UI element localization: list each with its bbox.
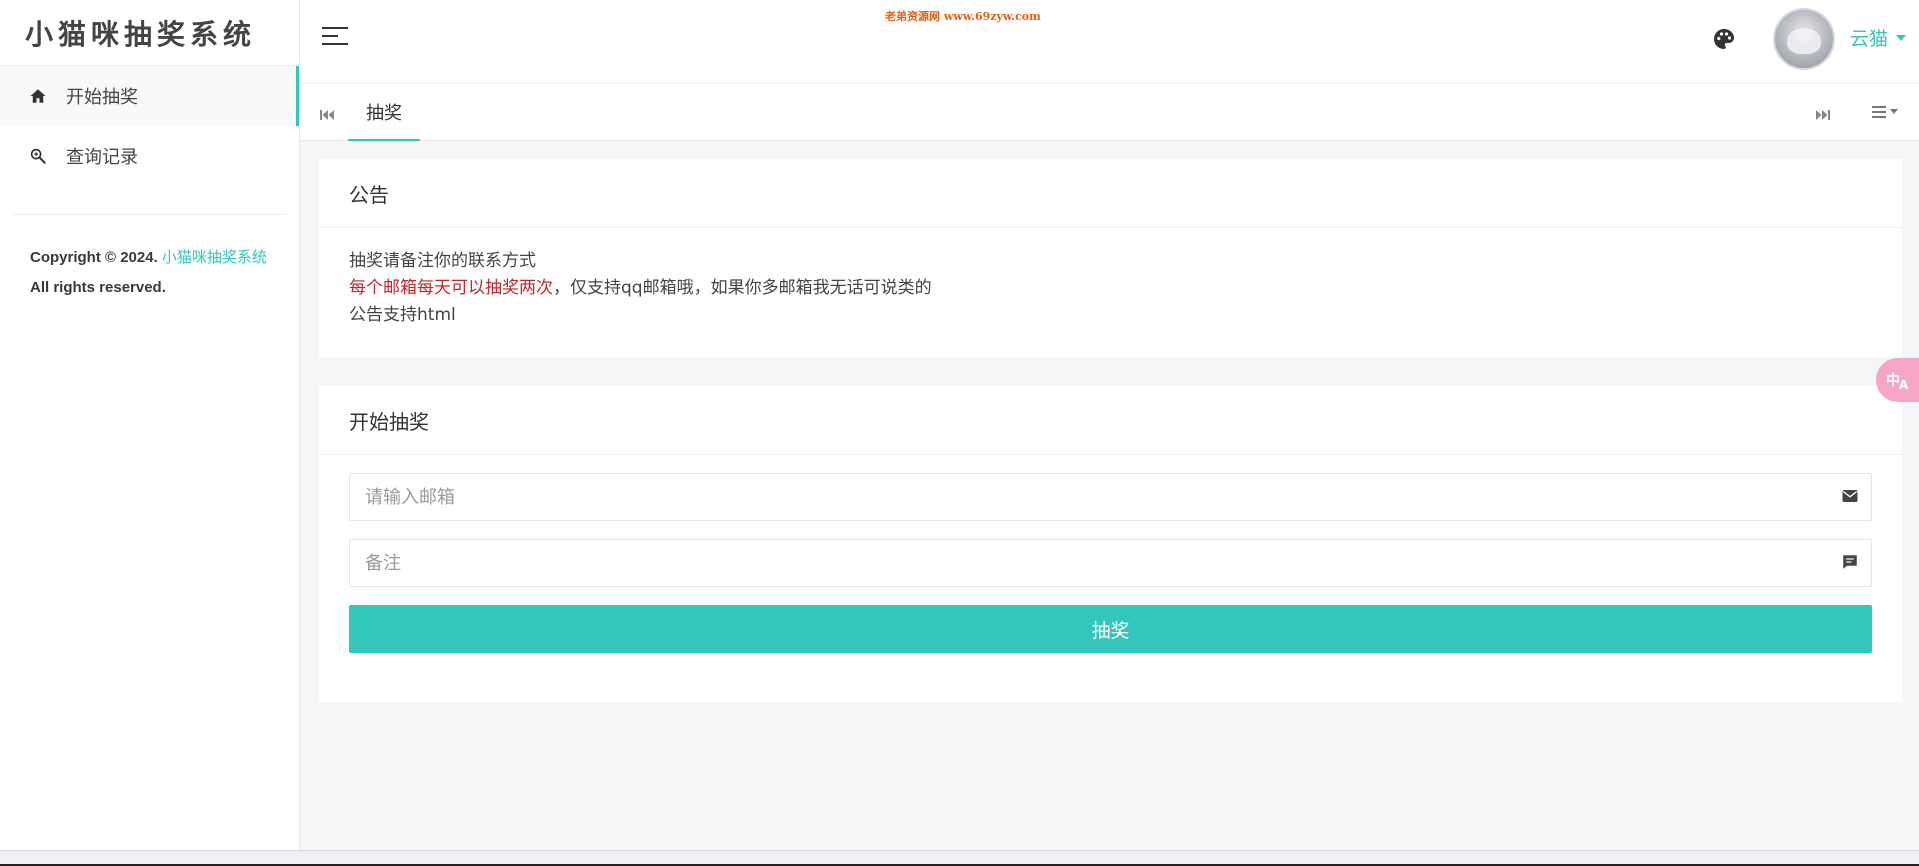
sidebar: 小猫咪抽奖系统 开始抽奖 查询记录 Copyright © 2024. 小猫咪抽… bbox=[0, 0, 300, 850]
chevron-down-icon bbox=[1890, 109, 1898, 114]
palette-icon[interactable] bbox=[1712, 27, 1736, 51]
tab-scroll-left-icon[interactable] bbox=[320, 106, 336, 120]
tab-scroll-right-icon[interactable] bbox=[1816, 106, 1832, 120]
draw-button[interactable]: 抽奖 bbox=[349, 605, 1872, 653]
tab-bar: 抽奖 bbox=[300, 84, 1919, 141]
avatar[interactable] bbox=[1773, 8, 1835, 70]
notice-title: 公告 bbox=[319, 159, 1902, 228]
notice-line-3: 公告支持html bbox=[349, 305, 456, 325]
sidebar-item-label: 查询记录 bbox=[66, 147, 138, 168]
sidebar-item-start-lottery[interactable]: 开始抽奖 bbox=[0, 66, 299, 126]
hamburger-icon[interactable] bbox=[322, 27, 348, 49]
chevron-down-icon bbox=[1896, 34, 1907, 41]
mail-icon bbox=[1841, 487, 1861, 507]
notice-card: 公告 抽奖请备注你的联系方式 每个邮箱每天可以抽奖两次，仅支持qq邮箱哦，如果你… bbox=[319, 159, 1902, 357]
sidebar-item-label: 开始抽奖 bbox=[66, 87, 138, 108]
user-menu[interactable]: 云猫 bbox=[1850, 24, 1907, 51]
copyright-suffix: All rights reserved. bbox=[30, 279, 166, 296]
search-zoom-icon bbox=[28, 146, 48, 166]
copyright: Copyright © 2024. 小猫咪抽奖系统 All rights res… bbox=[0, 215, 299, 303]
tab-label: 抽奖 bbox=[366, 102, 402, 124]
sidebar-item-query-records[interactable]: 查询记录 bbox=[0, 126, 299, 186]
svg-text:中: 中 bbox=[1886, 372, 1900, 389]
remark-input[interactable] bbox=[350, 540, 1871, 586]
username-label: 云猫 bbox=[1850, 28, 1889, 50]
tab-lottery[interactable]: 抽奖 bbox=[348, 84, 420, 141]
watermark-text: 老弟资源网 www.69zyw.com bbox=[885, 10, 1041, 23]
svg-text:A: A bbox=[1899, 378, 1909, 392]
notice-body: 抽奖请备注你的联系方式 每个邮箱每天可以抽奖两次，仅支持qq邮箱哦，如果你多邮箱… bbox=[319, 228, 1902, 349]
home-icon bbox=[28, 86, 48, 106]
lottery-form: 抽奖 bbox=[319, 455, 1902, 653]
notice-line-1: 抽奖请备注你的联系方式 bbox=[349, 251, 536, 271]
app-logo: 小猫咪抽奖系统 bbox=[0, 0, 299, 66]
notice-line-2: 每个邮箱每天可以抽奖两次，仅支持qq邮箱哦，如果你多邮箱我无话可说类的 bbox=[349, 275, 1872, 302]
notice-line-2-rest: ，仅支持qq邮箱哦，如果你多邮箱我无话可说类的 bbox=[553, 278, 932, 298]
remark-field-wrapper bbox=[349, 539, 1872, 587]
copyright-prefix: Copyright © 2024. bbox=[30, 249, 162, 266]
email-field-wrapper bbox=[349, 473, 1872, 521]
translate-icon[interactable]: 中 A bbox=[1876, 358, 1919, 402]
comment-icon bbox=[1841, 553, 1861, 573]
tab-menu-dropdown[interactable] bbox=[1872, 105, 1902, 121]
top-header: 老弟资源网 www.69zyw.com 云猫 bbox=[300, 0, 1919, 84]
copyright-brand-link[interactable]: 小猫咪抽奖系统 bbox=[162, 249, 267, 266]
notice-highlight: 每个邮箱每天可以抽奖两次 bbox=[349, 278, 553, 298]
lottery-title: 开始抽奖 bbox=[319, 386, 1902, 455]
email-input[interactable] bbox=[350, 474, 1871, 520]
lottery-card: 开始抽奖 抽奖 bbox=[319, 386, 1902, 702]
list-icon bbox=[1872, 105, 1886, 121]
